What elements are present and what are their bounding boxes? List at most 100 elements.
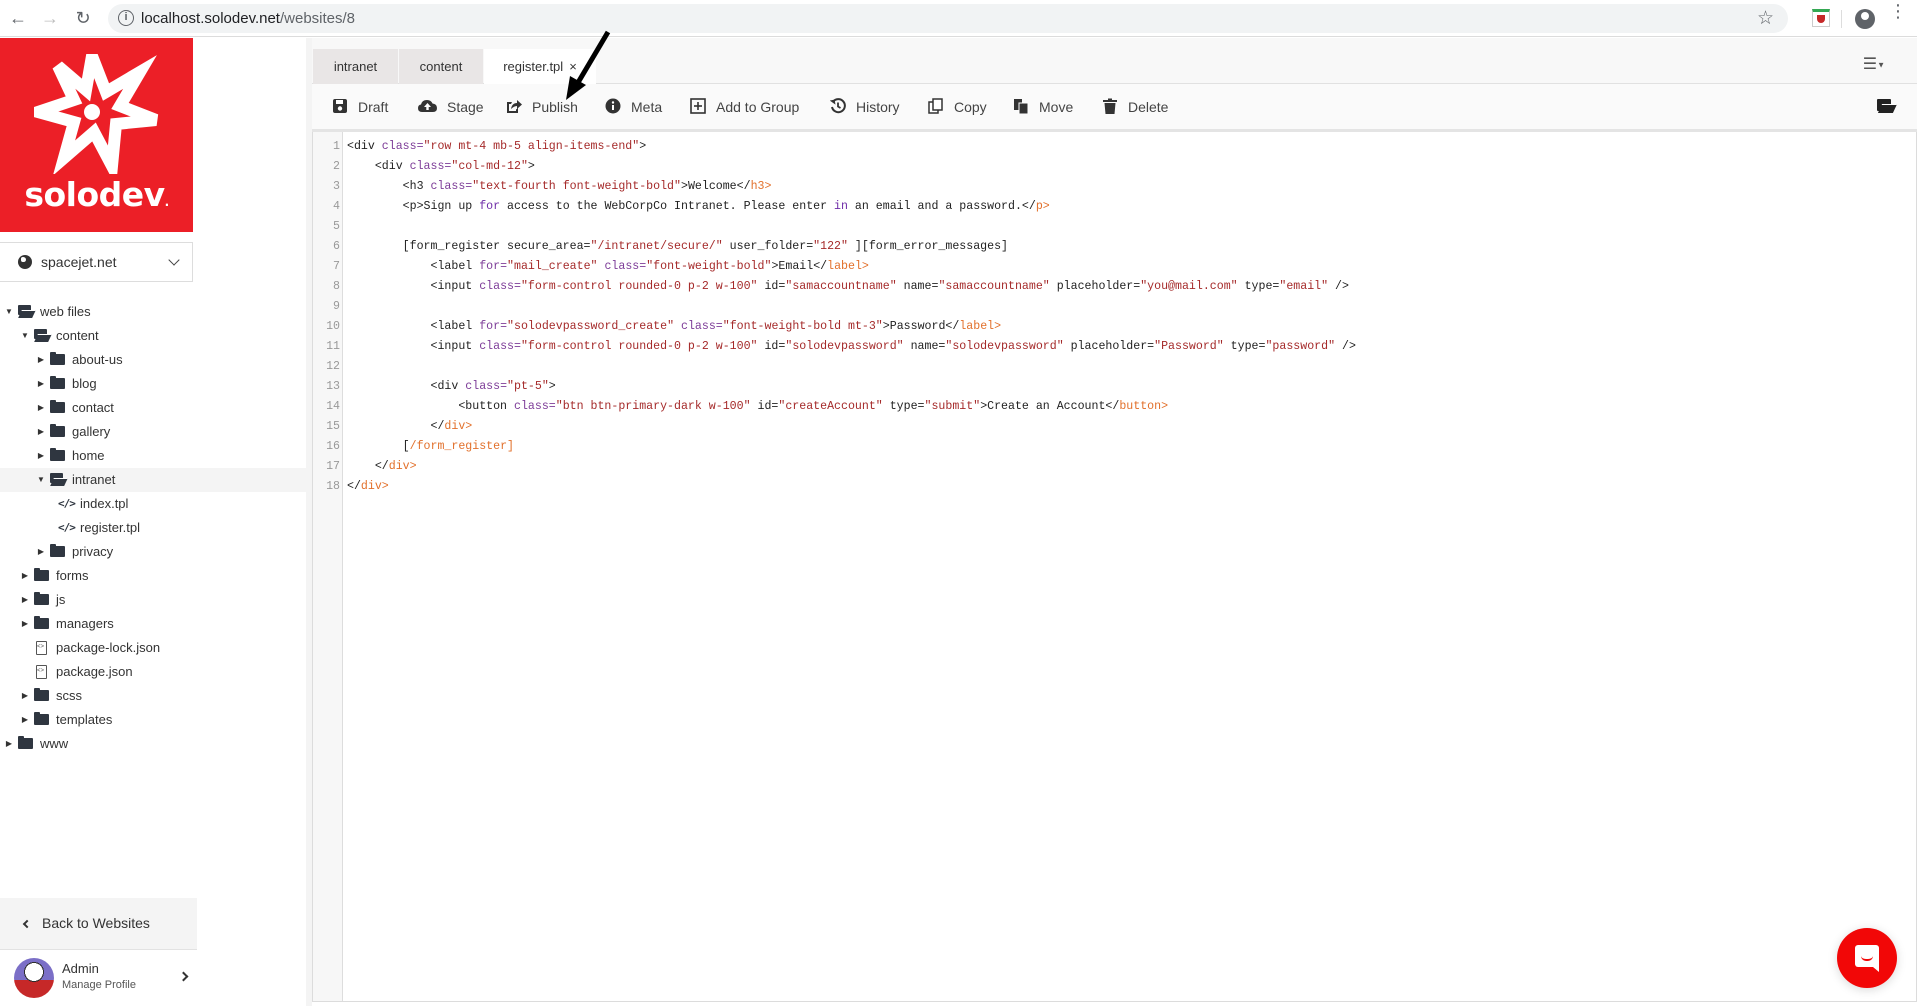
code-line[interactable]: 2 <div class="col-md-12"> [313, 157, 1916, 177]
caret-right-icon[interactable]: ▶ [36, 540, 46, 564]
code-text: <label for="mail_create" class="font-wei… [347, 257, 868, 277]
code-line[interactable]: 13 <div class="pt-5"> [313, 377, 1916, 397]
tree-item-www[interactable]: ▶ www [0, 732, 306, 756]
caret-right-icon[interactable]: ▶ [36, 348, 46, 372]
tree-item-intranet[interactable]: ▼ intranet [0, 468, 306, 492]
tree-item-privacy[interactable]: ▶ privacy [0, 540, 306, 564]
account-icon[interactable] [1855, 9, 1875, 29]
caret-down-icon[interactable]: ▼ [4, 300, 14, 324]
tree-item-web-files[interactable]: ▼ web files [0, 300, 306, 324]
tree-item-package-json[interactable]: package.json [0, 660, 306, 684]
code-line[interactable]: 8 <input class="form-control rounded-0 p… [313, 277, 1916, 297]
tree-item-contact[interactable]: ▶ contact [0, 396, 306, 420]
tree-item-content[interactable]: ▼ content [0, 324, 306, 348]
address-bar[interactable]: i localhost.solodev.net/websites/8 ☆ [108, 4, 1788, 33]
caret-right-icon[interactable]: ▶ [36, 420, 46, 444]
code-line[interactable]: 15 </div> [313, 417, 1916, 437]
code-token-tag: >Password [882, 320, 946, 333]
browser-menu-icon[interactable]: ⋮ [1889, 2, 1907, 20]
tree-item-managers[interactable]: ▶ managers [0, 612, 306, 636]
stage-button[interactable]: Stage [418, 98, 484, 118]
history-button[interactable]: History [829, 98, 900, 118]
delete-label: Delete [1128, 99, 1169, 115]
code-line[interactable]: 16 [/form_register] [313, 437, 1916, 457]
code-line[interactable]: 3 <h3 class="text-fourth font-weight-bol… [313, 177, 1916, 197]
chat-widget-button[interactable] [1837, 928, 1897, 988]
code-token-tag: /> [1335, 340, 1356, 353]
delete-button[interactable]: Delete [1102, 98, 1168, 118]
caret-right-icon[interactable]: ▶ [36, 372, 46, 396]
info-icon[interactable]: i [118, 10, 134, 26]
manage-profile-label: Manage Profile [62, 979, 136, 991]
caret-down-icon[interactable]: ▼ [20, 324, 30, 348]
code-token-tag: name= [903, 340, 946, 353]
tree-item-blog[interactable]: ▶ blog [0, 372, 306, 396]
tree-item-js[interactable]: ▶ js [0, 588, 306, 612]
tree-item-gallery[interactable]: ▶ gallery [0, 420, 306, 444]
code-token-close: div> [388, 460, 417, 473]
tree-item-home[interactable]: ▶ home [0, 444, 306, 468]
code-token-tag: placeholder= [1063, 340, 1155, 353]
code-token-str: "samaccountname" [938, 280, 1050, 293]
tree-item-package-lock-json[interactable]: package-lock.json [0, 636, 306, 660]
bookmark-star-icon[interactable]: ☆ [1757, 7, 1774, 30]
tree-item-register-tpl[interactable]: </> register.tpl [0, 516, 306, 540]
code-line[interactable]: 11 <input class="form-control rounded-0 … [313, 337, 1916, 357]
add-to-group-button[interactable]: Add to Group [690, 98, 799, 118]
file-code-icon [36, 641, 47, 655]
caret-right-icon[interactable]: ▶ [36, 396, 46, 420]
extension-icon[interactable] [1812, 9, 1830, 27]
caret-right-icon[interactable]: ▶ [20, 612, 30, 636]
tab-menu-button[interactable]: ☰▼ [1863, 54, 1885, 74]
code-line[interactable]: 6 [form_register secure_area="/intranet/… [313, 237, 1916, 257]
folder-icon [50, 544, 65, 557]
code-line[interactable]: 14 <button class="btn btn-primary-dark w… [313, 397, 1916, 417]
code-line[interactable]: 12 [313, 357, 1916, 377]
code-line[interactable]: 18 </div> [313, 477, 1916, 497]
folder-icon [50, 376, 65, 389]
code-line[interactable]: 1 <div class="row mt-4 mb-5 align-items-e… [313, 137, 1916, 157]
url-text[interactable]: localhost.solodev.net/websites/8 [141, 10, 355, 27]
site-selector[interactable]: spacejet.net [0, 242, 193, 282]
caret-right-icon[interactable]: ▶ [36, 444, 46, 468]
tree-item-forms[interactable]: ▶ forms [0, 564, 306, 588]
code-line[interactable]: 7 <label for="mail_create" class="font-w… [313, 257, 1916, 277]
move-button[interactable]: Move [1013, 98, 1073, 118]
tree-item-index-tpl[interactable]: </> index.tpl [0, 492, 306, 516]
code-token-tag: >Welcome [680, 180, 737, 193]
code-token-tag: <label [347, 320, 480, 333]
reload-icon[interactable]: ↻ [73, 8, 93, 28]
caret-right-icon[interactable]: ▶ [20, 684, 30, 708]
caret-right-icon[interactable]: ▶ [20, 588, 30, 612]
forward-arrow-icon[interactable]: → [40, 8, 60, 28]
code-lines[interactable]: 1 <div class="row mt-4 mb-5 align-items-e… [313, 137, 1916, 497]
copy-button[interactable]: Copy [928, 98, 987, 118]
code-line[interactable]: 9 [313, 297, 1916, 317]
tab-content[interactable]: content [399, 49, 483, 84]
tab-intranet[interactable]: intranet [313, 49, 398, 84]
caret-right-icon[interactable]: ▶ [4, 732, 14, 756]
folder-open-icon[interactable] [1877, 99, 1895, 113]
code-line[interactable]: 10 <label for="solodevpassword_create" c… [313, 317, 1916, 337]
profile-link[interactable]: Admin Manage Profile [0, 951, 197, 1006]
chat-icon [1855, 945, 1879, 972]
code-editor[interactable]: 1 <div class="row mt-4 mb-5 align-items-e… [312, 132, 1917, 1002]
tree-item-scss[interactable]: ▶ scss [0, 684, 306, 708]
caret-down-icon[interactable]: ▼ [36, 468, 46, 492]
caret-right-icon[interactable]: ▶ [20, 708, 30, 732]
caret-right-icon[interactable]: ▶ [20, 564, 30, 588]
tree-item-about-us[interactable]: ▶ about-us [0, 348, 306, 372]
draft-button[interactable]: Draft [332, 98, 388, 118]
code-line[interactable]: 5 [313, 217, 1916, 237]
back-to-websites-button[interactable]: Back to Websites [0, 898, 197, 950]
solodev-logo[interactable]: solodev. [0, 38, 193, 232]
folder-icon [50, 448, 65, 461]
code-token-str: "form-control rounded-0 p-2 w-100" [520, 280, 758, 293]
tree-item-templates[interactable]: ▶ templates [0, 708, 306, 732]
code-token-str: "col-md-12" [451, 160, 528, 173]
back-arrow-icon[interactable]: ← [8, 8, 28, 28]
line-number: 6 [333, 240, 340, 253]
code-line[interactable]: 4 <p>Sign up for access to the WebCorpCo… [313, 197, 1916, 217]
code-line[interactable]: 17 </div> [313, 457, 1916, 477]
code-token-close: /form_register] [409, 440, 514, 453]
